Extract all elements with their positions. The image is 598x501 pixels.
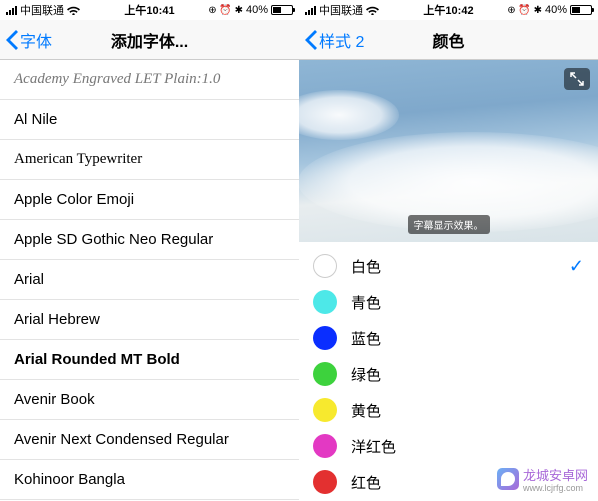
battery-icon bbox=[271, 5, 293, 15]
wifi-icon bbox=[67, 5, 80, 15]
color-label: 蓝色 bbox=[351, 328, 381, 349]
font-list[interactable]: Academy Engraved LET Plain:1.0 Al Nile A… bbox=[0, 60, 299, 501]
carrier-label: 中国联通 bbox=[319, 2, 363, 18]
nav-bar: 字体 添加字体... bbox=[0, 20, 299, 60]
battery-icon bbox=[570, 5, 592, 15]
swatch-icon bbox=[313, 326, 337, 350]
expand-button[interactable] bbox=[564, 68, 590, 90]
color-item-magenta[interactable]: 洋红色 bbox=[299, 428, 598, 464]
nav-title: 添加字体... bbox=[111, 28, 188, 52]
color-label: 青色 bbox=[351, 292, 381, 313]
back-label: 样式 2 bbox=[319, 28, 364, 52]
checkmark-icon: ✓ bbox=[569, 256, 584, 277]
back-label: 字体 bbox=[20, 28, 52, 52]
swatch-icon bbox=[313, 470, 337, 494]
status-time: 上午10:42 bbox=[423, 2, 473, 18]
swatch-icon bbox=[313, 362, 337, 386]
color-item-yellow[interactable]: 黄色 bbox=[299, 392, 598, 428]
carrier-label: 中国联通 bbox=[20, 2, 64, 18]
font-item[interactable]: Al Nile bbox=[0, 100, 299, 140]
wifi-icon bbox=[366, 5, 379, 15]
color-label: 红色 bbox=[351, 472, 381, 493]
font-item[interactable]: Arial Hebrew bbox=[0, 300, 299, 340]
swatch-icon bbox=[313, 398, 337, 422]
color-label: 绿色 bbox=[351, 364, 381, 385]
color-item-cyan[interactable]: 青色 bbox=[299, 284, 598, 320]
signal-icon bbox=[305, 6, 316, 15]
battery-percent: 40% bbox=[246, 4, 268, 16]
status-indicators: ⊕ ⏰ ✱ bbox=[507, 5, 542, 16]
nav-title: 颜色 bbox=[432, 28, 464, 52]
status-bar: 中国联通 上午10:42 ⊕ ⏰ ✱ 40% bbox=[299, 0, 598, 20]
watermark: 龙城安卓网 www.lcjrfg.com bbox=[493, 463, 592, 495]
color-picker-screen: 中国联通 上午10:42 ⊕ ⏰ ✱ 40% 样式 2 颜色 字幕显示效果。 白… bbox=[299, 0, 598, 501]
font-picker-screen: 中国联通 上午10:41 ⊕ ⏰ ✱ 40% 字体 添加字体... Academ… bbox=[0, 0, 299, 501]
font-item[interactable]: Avenir Book bbox=[0, 380, 299, 420]
chevron-left-icon bbox=[6, 30, 18, 50]
color-label: 洋红色 bbox=[351, 436, 396, 457]
expand-icon bbox=[570, 72, 584, 86]
swatch-icon bbox=[313, 434, 337, 458]
color-label: 黄色 bbox=[351, 400, 381, 421]
color-label: 白色 bbox=[351, 256, 381, 277]
nav-bar: 样式 2 颜色 bbox=[299, 20, 598, 60]
font-item[interactable]: Arial Rounded MT Bold bbox=[0, 340, 299, 380]
status-time: 上午10:41 bbox=[124, 2, 174, 18]
watermark-url: www.lcjrfg.com bbox=[523, 484, 588, 493]
swatch-icon bbox=[313, 254, 337, 278]
font-item[interactable]: Arial bbox=[0, 260, 299, 300]
battery-percent: 40% bbox=[545, 4, 567, 16]
signal-icon bbox=[6, 6, 17, 15]
color-item-blue[interactable]: 蓝色 bbox=[299, 320, 598, 356]
back-button[interactable]: 样式 2 bbox=[305, 28, 364, 52]
status-bar: 中国联通 上午10:41 ⊕ ⏰ ✱ 40% bbox=[0, 0, 299, 20]
color-item-white[interactable]: 白色 ✓ bbox=[299, 248, 598, 284]
subtitle-preview: 字幕显示效果。 bbox=[299, 60, 598, 242]
watermark-text: 龙城安卓网 bbox=[523, 468, 588, 483]
watermark-logo-icon bbox=[497, 468, 519, 490]
font-item[interactable]: Apple SD Gothic Neo Regular bbox=[0, 220, 299, 260]
font-item[interactable]: American Typewriter bbox=[0, 140, 299, 180]
color-item-green[interactable]: 绿色 bbox=[299, 356, 598, 392]
status-indicators: ⊕ ⏰ ✱ bbox=[208, 5, 243, 16]
font-item[interactable]: Academy Engraved LET Plain:1.0 bbox=[0, 60, 299, 100]
font-item[interactable]: Kohinoor Bangla bbox=[0, 460, 299, 500]
swatch-icon bbox=[313, 290, 337, 314]
font-item[interactable]: Apple Color Emoji bbox=[0, 180, 299, 220]
font-item[interactable]: Avenir Next Condensed Regular bbox=[0, 420, 299, 460]
back-button[interactable]: 字体 bbox=[6, 28, 52, 52]
subtitle-sample: 字幕显示效果。 bbox=[408, 215, 490, 234]
chevron-left-icon bbox=[305, 30, 317, 50]
